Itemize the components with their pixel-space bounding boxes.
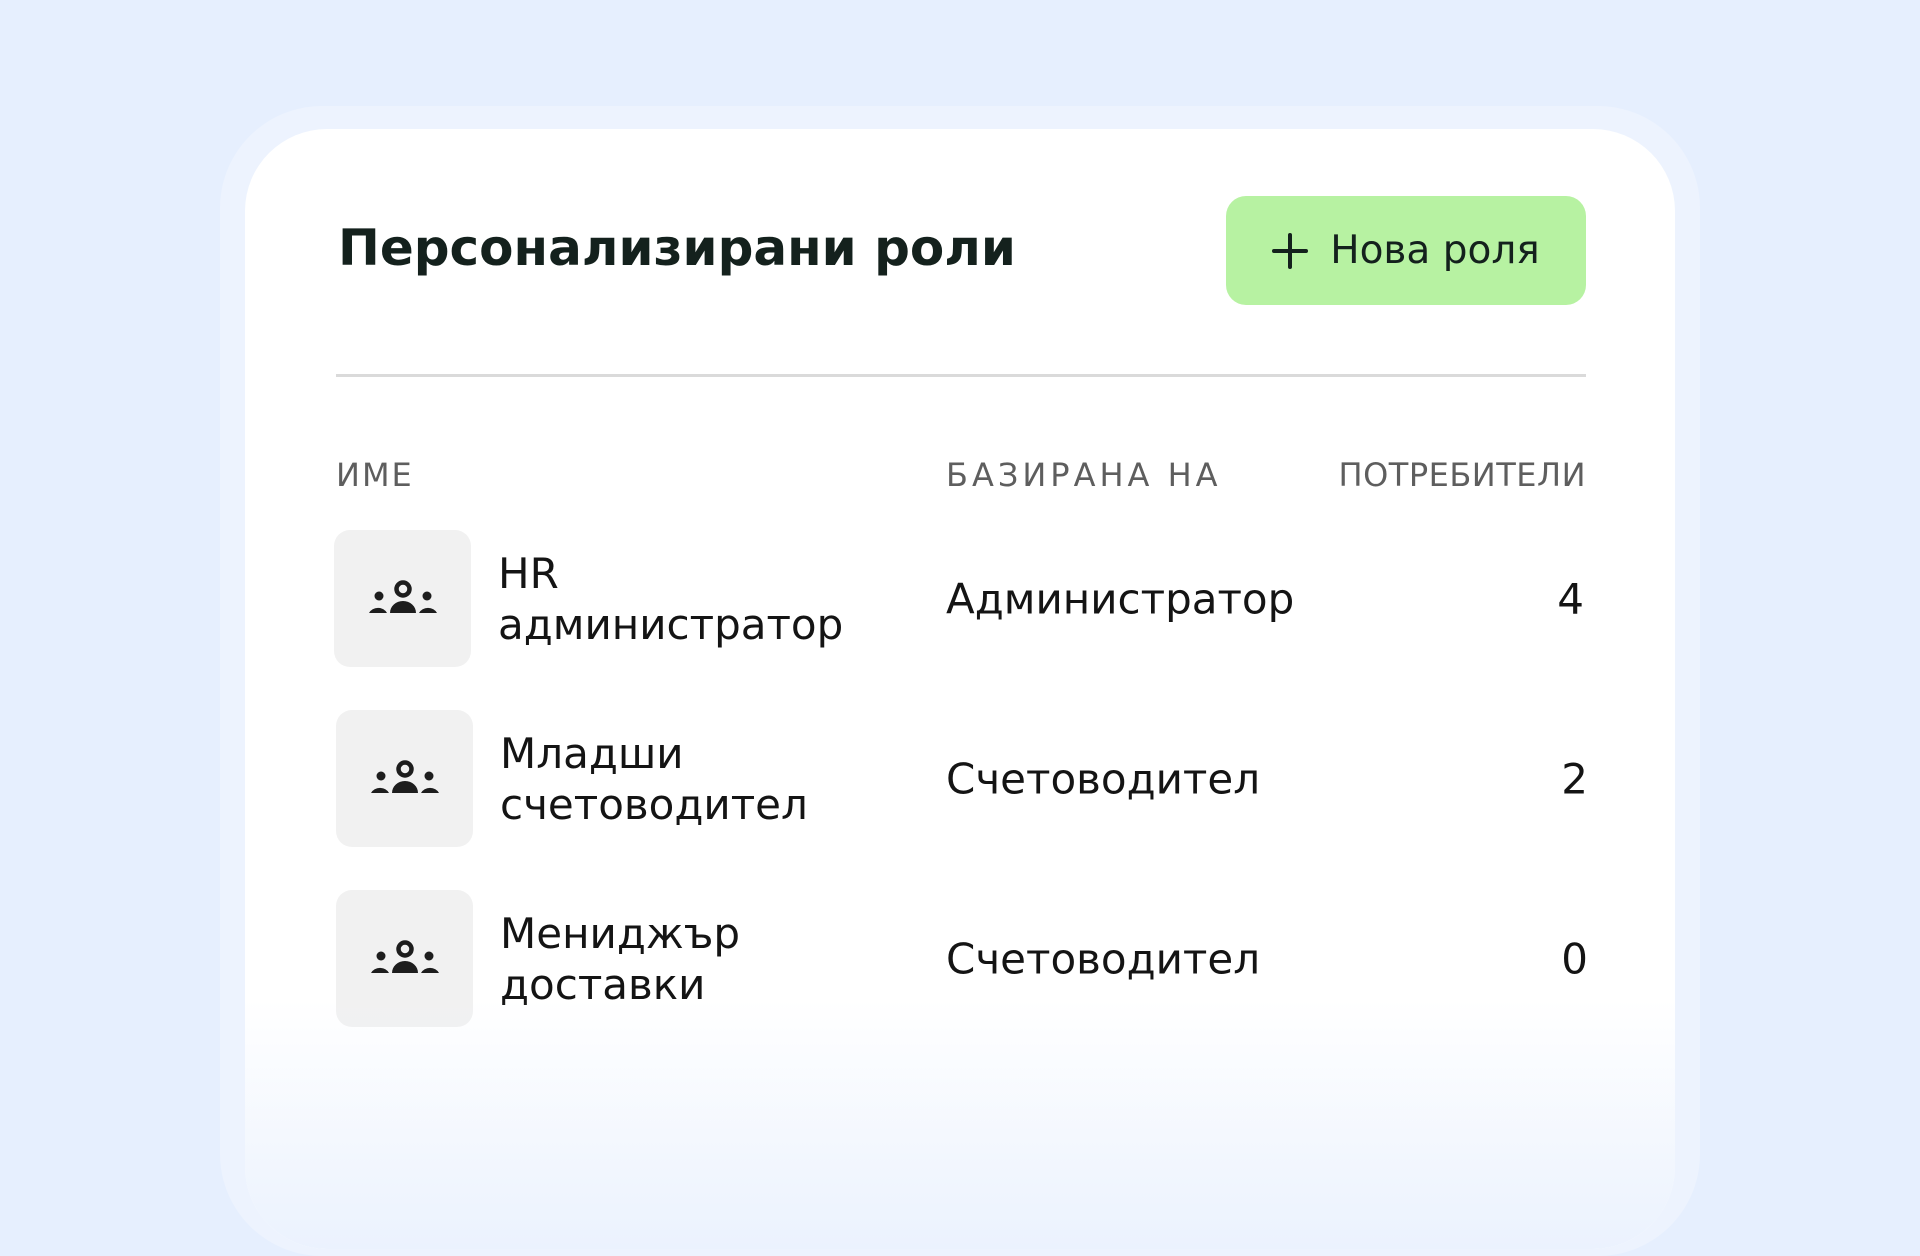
plus-icon <box>1272 232 1309 269</box>
users-group-icon <box>368 579 437 613</box>
role-name[interactable]: Мениджър доставки <box>500 908 860 1010</box>
role-name[interactable]: HR администратор <box>498 548 858 650</box>
role-users-count: 4 <box>1557 574 1584 623</box>
role-users-count: 0 <box>1561 934 1588 983</box>
role-icon-box <box>334 530 471 667</box>
new-role-button-label: Нова роля <box>1330 228 1540 273</box>
role-icon-box <box>336 710 473 847</box>
custom-roles-card: Персонализирани роли Нова роля ИМЕ БАЗИР… <box>245 129 1675 1249</box>
role-based-on: Администратор <box>946 574 1295 623</box>
column-header-based-on[interactable]: БАЗИРАНА НА <box>946 456 1222 494</box>
users-group-icon <box>370 759 439 793</box>
role-based-on: Счетоводител <box>946 754 1261 803</box>
role-icon-box <box>336 890 473 1027</box>
role-users-count: 2 <box>1561 754 1588 803</box>
header-divider <box>336 374 1586 377</box>
column-header-name[interactable]: ИМЕ <box>336 456 414 494</box>
role-based-on: Счетоводител <box>946 934 1261 983</box>
table-row[interactable]: Мениджър доставки Счетоводител 0 <box>336 890 1588 1027</box>
table-row[interactable]: HR администратор Администратор 4 <box>334 530 1586 667</box>
new-role-button[interactable]: Нова роля <box>1226 196 1586 305</box>
table-row[interactable]: Младши счетоводител Счетоводител 2 <box>336 710 1588 847</box>
bottom-fade <box>245 999 1675 1249</box>
role-name[interactable]: Младши счетоводител <box>500 728 860 830</box>
column-header-users[interactable]: ПОТРЕБИТЕЛИ <box>1339 456 1586 494</box>
page-title: Персонализирани роли <box>338 219 1016 277</box>
users-group-icon <box>370 939 439 973</box>
